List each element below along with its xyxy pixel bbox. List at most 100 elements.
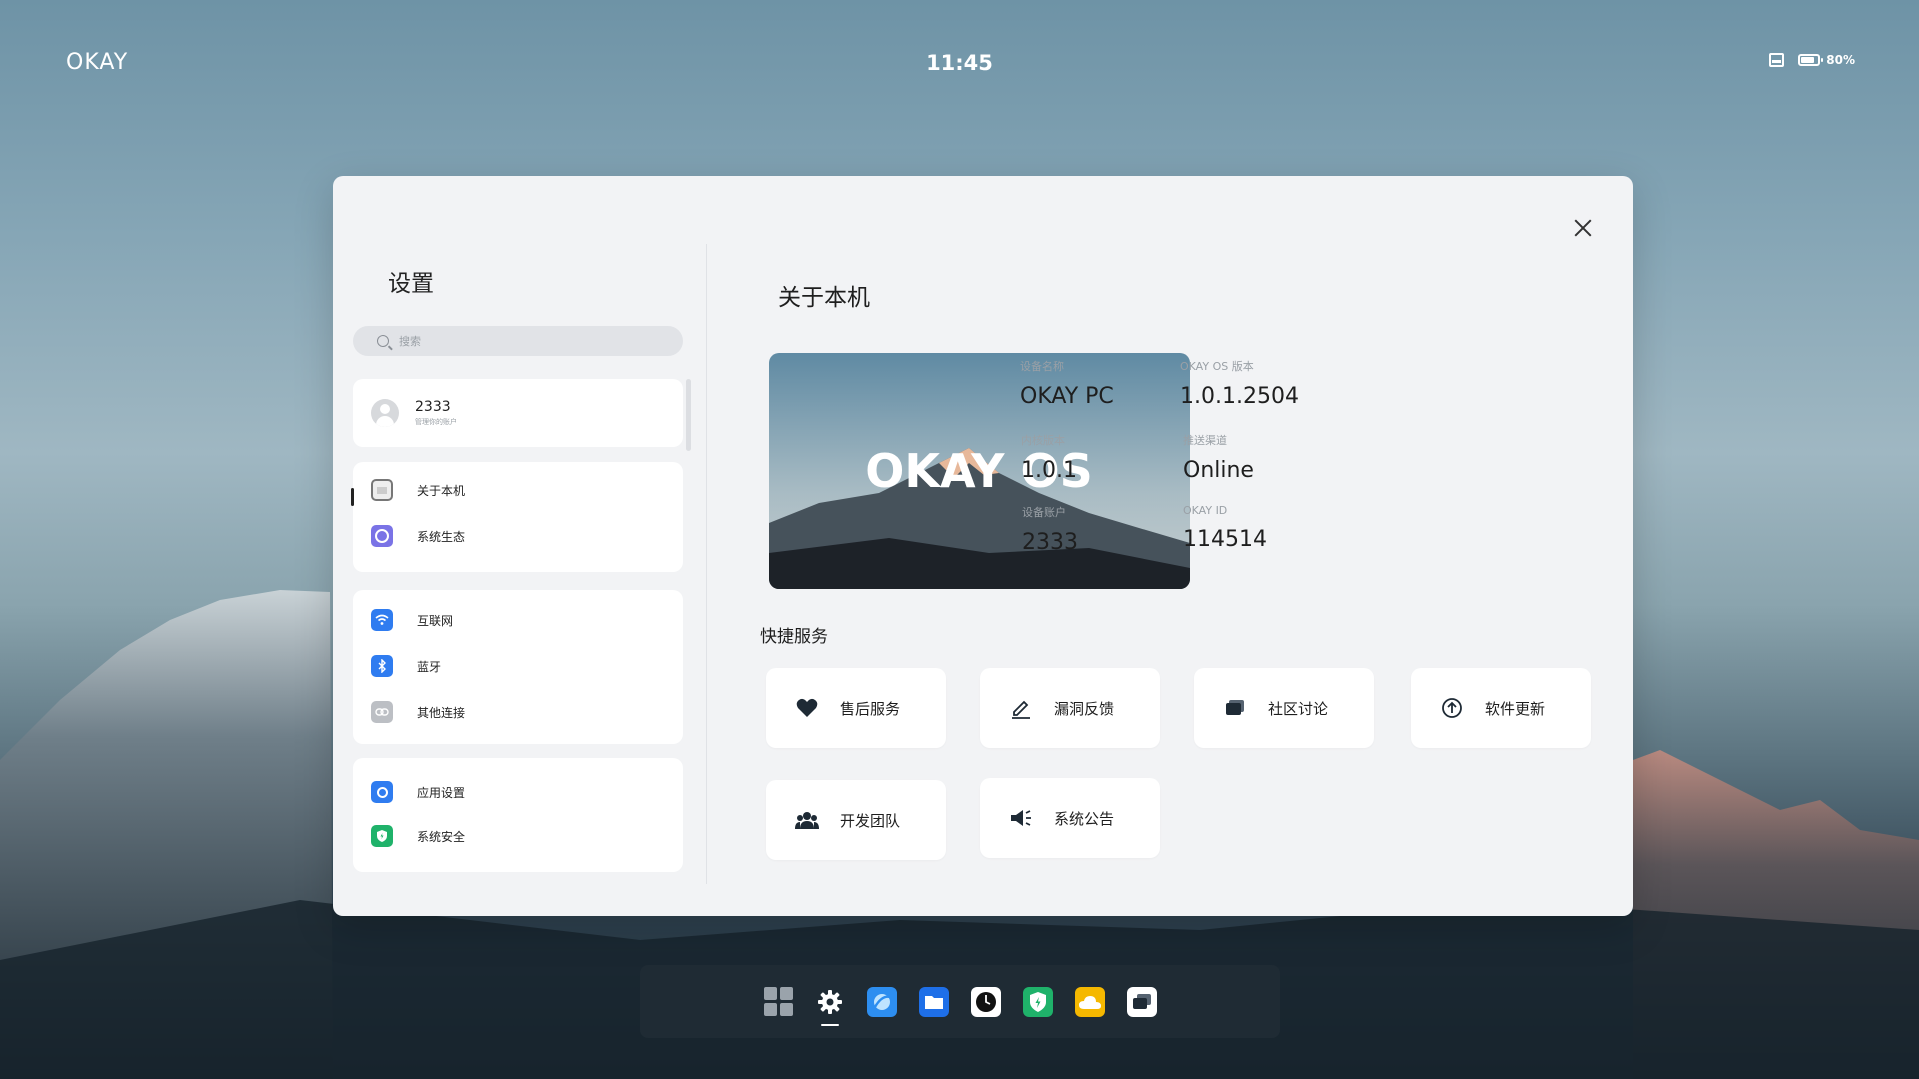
bluetooth-icon — [371, 655, 393, 677]
sidebar-group-connect: 互联网 蓝牙 其他连接 — [353, 590, 683, 744]
info-value: 1.0.1 — [1021, 458, 1077, 483]
battery-fill — [1801, 57, 1815, 63]
sidebar-item-label: 互联网 — [417, 613, 454, 628]
weather-icon — [1079, 995, 1101, 1009]
search-icon — [377, 335, 389, 347]
sidebar-group-apps: 应用设置 系统安全 — [353, 758, 683, 872]
sidebar-group-system: 关于本机 系统生态 — [351, 462, 683, 572]
edit-icon — [1008, 695, 1034, 721]
info-label: OKAY OS 版本 — [1180, 360, 1254, 373]
sidebar-item-security[interactable]: 系统安全 — [353, 818, 683, 854]
info-value: Online — [1183, 458, 1254, 483]
taskbar-browser[interactable] — [867, 986, 897, 1017]
search-box[interactable] — [353, 326, 683, 356]
sidebar-item-internet[interactable]: 互联网 — [353, 602, 683, 638]
close-button[interactable] — [1571, 216, 1595, 240]
settings-icon — [818, 989, 842, 1014]
clock-icon — [976, 991, 996, 1012]
account-name: 2333 — [415, 399, 451, 415]
service-label: 售后服务 — [840, 699, 901, 718]
clock[interactable]: 11:45 — [0, 51, 1919, 75]
info-label: 设备账户 — [1022, 506, 1066, 519]
files-icon — [925, 995, 943, 1009]
info-push-channel: 推送渠道 Online — [1183, 432, 1254, 483]
megaphone-icon — [1008, 805, 1034, 831]
battery-indicator[interactable]: 80% — [1798, 53, 1855, 67]
battery-icon — [1798, 54, 1824, 66]
sidebar-item-label: 蓝牙 — [417, 659, 442, 674]
sidebar-item-bluetooth[interactable]: 蓝牙 — [353, 648, 683, 684]
chat-icon — [1222, 695, 1248, 721]
taskbar-weather[interactable] — [1075, 986, 1105, 1017]
sidebar-item-other-connections[interactable]: 其他连接 — [353, 694, 683, 730]
info-value: OKAY PC — [1020, 384, 1114, 409]
account-subtitle: 管理你的账户 — [415, 418, 457, 426]
info-device-name: 设备名称 OKAY PC — [1020, 358, 1114, 409]
service-community-button[interactable]: 社区讨论 — [1194, 668, 1374, 748]
info-value: 2333 — [1022, 530, 1078, 555]
ecosystem-icon — [371, 525, 393, 547]
taskbar-files[interactable] — [919, 986, 949, 1017]
sidebar-item-ecosystem[interactable]: 系统生态 — [353, 518, 683, 554]
info-device-account: 设备账户 2333 — [1022, 504, 1078, 555]
taskbar — [640, 965, 1280, 1038]
service-label: 开发团队 — [840, 811, 901, 830]
info-kernel-version: 内核版本 1.0.1 — [1021, 432, 1077, 483]
start-button[interactable] — [763, 987, 793, 1017]
settings-window: 设置 2333 管理你的账户 关于本机 系统生态 — [333, 176, 1633, 916]
battery-percent: 80% — [1826, 53, 1855, 67]
sidebar-item-label: 其他连接 — [417, 705, 466, 720]
shield-icon — [371, 825, 393, 847]
sidebar: 设置 2333 管理你的账户 关于本机 系统生态 — [351, 176, 683, 916]
monitor-icon — [371, 479, 393, 501]
divider — [706, 244, 707, 884]
info-value: 1.0.1.2504 — [1180, 384, 1299, 409]
inbox-icon[interactable] — [1769, 53, 1785, 67]
security-icon — [1030, 991, 1046, 1012]
info-os-version: OKAY OS 版本 1.0.1.2504 — [1180, 358, 1299, 409]
upload-icon — [1439, 695, 1465, 721]
services-title: 快捷服务 — [760, 627, 828, 647]
multitask-icon — [1133, 993, 1151, 1009]
service-bug-report-button[interactable]: 漏洞反馈 — [980, 668, 1160, 748]
sidebar-item-label: 应用设置 — [417, 785, 466, 800]
sidebar-item-about[interactable]: 关于本机 — [353, 472, 683, 508]
service-label: 漏洞反馈 — [1054, 699, 1115, 718]
start-icon — [763, 987, 793, 1016]
browser-icon — [873, 993, 891, 1010]
info-label: OKAY ID — [1183, 504, 1228, 517]
sidebar-scrollbar[interactable] — [686, 379, 691, 451]
page-title: 关于本机 — [778, 285, 870, 311]
service-label: 系统公告 — [1054, 809, 1115, 828]
taskbar-security[interactable] — [1023, 986, 1053, 1017]
sidebar-item-label: 关于本机 — [417, 483, 466, 498]
sidebar-item-label: 系统安全 — [417, 829, 466, 844]
service-label: 社区讨论 — [1268, 699, 1329, 718]
service-software-update-button[interactable]: 软件更新 — [1411, 668, 1591, 748]
info-value: 114514 — [1183, 527, 1267, 552]
service-announcements-button[interactable]: 系统公告 — [980, 778, 1160, 858]
taskbar-settings[interactable] — [815, 987, 845, 1026]
sidebar-item-label: 系统生态 — [417, 529, 466, 544]
search-input[interactable] — [397, 333, 661, 349]
service-label: 软件更新 — [1485, 699, 1546, 718]
info-label: 内核版本 — [1021, 434, 1065, 447]
sidebar-title: 设置 — [388, 271, 434, 297]
top-bar: OKAY 11:45 80% — [0, 0, 1919, 128]
avatar — [371, 399, 399, 427]
team-icon — [794, 807, 820, 833]
account-card[interactable]: 2333 管理你的账户 — [353, 379, 683, 447]
wifi-icon — [371, 609, 393, 631]
taskbar-clock[interactable] — [971, 986, 1001, 1017]
status-area: 80% — [1769, 53, 1855, 67]
service-after-sales-button[interactable]: 售后服务 — [766, 668, 946, 748]
info-label: 设备名称 — [1020, 360, 1064, 373]
taskbar-multitask[interactable] — [1127, 986, 1157, 1017]
app-settings-icon — [371, 781, 393, 803]
info-label: 推送渠道 — [1183, 434, 1227, 447]
hero-banner: OKAY OS — [769, 353, 1190, 589]
sidebar-item-app-settings[interactable]: 应用设置 — [353, 774, 683, 810]
info-okay-id: OKAY ID 114514 — [1183, 504, 1267, 552]
heart-icon — [794, 695, 820, 721]
service-dev-team-button[interactable]: 开发团队 — [766, 780, 946, 860]
